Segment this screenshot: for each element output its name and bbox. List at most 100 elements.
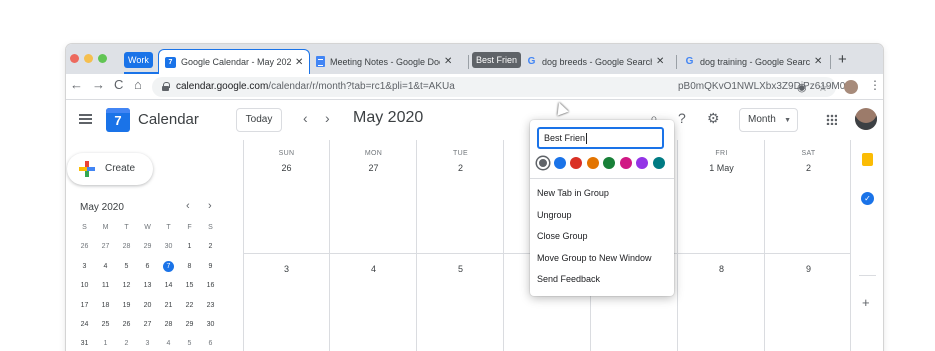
mini-day[interactable]: 31 bbox=[74, 334, 95, 351]
day-number[interactable]: 26 bbox=[243, 163, 330, 173]
mini-day[interactable]: 4 bbox=[95, 257, 116, 276]
account-avatar[interactable] bbox=[855, 108, 877, 130]
mini-day[interactable]: 18 bbox=[95, 296, 116, 315]
day-number[interactable]: 3 bbox=[243, 264, 330, 274]
group-name-input[interactable]: Best Frien bbox=[537, 127, 664, 149]
day-number[interactable]: 27 bbox=[330, 163, 417, 173]
day-number[interactable]: 8 bbox=[678, 264, 765, 274]
mini-day[interactable]: 13 bbox=[137, 276, 158, 295]
main-menu-icon[interactable] bbox=[79, 114, 92, 124]
mini-day[interactable]: 30 bbox=[158, 237, 179, 256]
mini-day[interactable]: 25 bbox=[95, 315, 116, 334]
day-number[interactable]: 9 bbox=[765, 264, 852, 274]
mini-day[interactable]: 6 bbox=[137, 257, 158, 276]
tab-close-icon[interactable]: ✕ bbox=[814, 56, 822, 67]
mini-day[interactable]: 24 bbox=[74, 315, 95, 334]
mini-day[interactable]: 26 bbox=[74, 237, 95, 256]
mini-day[interactable]: 7 bbox=[158, 257, 179, 276]
add-addon-icon[interactable]: + bbox=[862, 295, 870, 310]
group-color-swatch[interactable] bbox=[537, 157, 549, 169]
settings-gear-icon[interactable]: ⚙ bbox=[707, 110, 720, 127]
mini-day[interactable]: 27 bbox=[95, 237, 116, 256]
mini-day[interactable]: 10 bbox=[74, 276, 95, 295]
mini-day[interactable]: 12 bbox=[116, 276, 137, 295]
tab-dog-breeds[interactable]: G dog breeds - Google Search ✕ bbox=[520, 49, 670, 74]
mini-day[interactable]: 19 bbox=[116, 296, 137, 315]
mini-day[interactable]: 27 bbox=[137, 315, 158, 334]
mini-day[interactable]: 6 bbox=[200, 334, 221, 351]
mini-day[interactable]: 3 bbox=[137, 334, 158, 351]
day-number[interactable]: 2 bbox=[765, 163, 852, 173]
new-tab-button[interactable]: + bbox=[838, 51, 847, 68]
mini-day[interactable]: 5 bbox=[179, 334, 200, 351]
mini-day[interactable]: 28 bbox=[116, 237, 137, 256]
mini-day[interactable]: 8 bbox=[179, 257, 200, 276]
mini-day[interactable]: 15 bbox=[179, 276, 200, 295]
mini-day[interactable]: 16 bbox=[200, 276, 221, 295]
menu-new-tab-in-group[interactable]: New Tab in Group bbox=[537, 188, 609, 198]
zoom-window-button[interactable] bbox=[98, 54, 107, 63]
minimize-window-button[interactable] bbox=[84, 54, 93, 63]
keep-icon[interactable] bbox=[862, 153, 873, 166]
group-color-swatch[interactable] bbox=[636, 157, 648, 169]
mini-day[interactable]: 29 bbox=[179, 315, 200, 334]
address-bar[interactable]: calendar.google.com/calendar/r/month?tab… bbox=[152, 77, 857, 97]
tab-dog-training[interactable]: G dog training - Google Search ✕ bbox=[678, 49, 828, 74]
reload-icon[interactable]: C bbox=[114, 77, 123, 92]
back-icon[interactable]: ← bbox=[70, 77, 83, 92]
menu-ungroup[interactable]: Ungroup bbox=[537, 210, 572, 220]
mini-day[interactable]: 29 bbox=[137, 237, 158, 256]
mini-prev-icon[interactable]: ‹ bbox=[186, 200, 190, 212]
group-color-swatch[interactable] bbox=[652, 157, 665, 169]
tasks-icon[interactable]: ✓ bbox=[861, 192, 874, 205]
tab-group-best-frien[interactable]: Best Frien bbox=[472, 52, 522, 68]
day-number[interactable]: 2 bbox=[417, 163, 504, 173]
mini-day[interactable]: 2 bbox=[200, 237, 221, 256]
mini-day[interactable]: 26 bbox=[116, 315, 137, 334]
mini-day[interactable]: 11 bbox=[95, 276, 116, 295]
mini-day[interactable]: 1 bbox=[95, 334, 116, 351]
day-number[interactable]: 5 bbox=[417, 264, 504, 274]
day-number[interactable]: 1 May bbox=[678, 163, 765, 173]
mini-day[interactable]: 5 bbox=[116, 257, 137, 276]
today-button[interactable]: Today bbox=[236, 108, 282, 132]
group-color-swatch[interactable] bbox=[553, 157, 566, 169]
group-color-swatch[interactable] bbox=[570, 157, 582, 169]
mini-day[interactable]: 21 bbox=[158, 296, 179, 315]
group-color-swatch[interactable] bbox=[603, 157, 615, 169]
menu-send-feedback[interactable]: Send Feedback bbox=[537, 274, 600, 284]
bookmark-star-icon[interactable]: ☆ bbox=[818, 81, 828, 94]
browser-profile-avatar[interactable] bbox=[844, 80, 858, 94]
day-number[interactable]: 4 bbox=[330, 264, 417, 274]
mini-day[interactable]: 30 bbox=[200, 315, 221, 334]
mini-day[interactable]: 22 bbox=[179, 296, 200, 315]
mini-next-icon[interactable]: › bbox=[208, 200, 212, 212]
mini-day[interactable]: 20 bbox=[137, 296, 158, 315]
menu-close-group[interactable]: Close Group bbox=[537, 231, 588, 241]
create-button[interactable]: Create bbox=[67, 153, 153, 185]
help-icon[interactable]: ? bbox=[678, 110, 686, 126]
mini-day[interactable]: 9 bbox=[200, 257, 221, 276]
tab-close-icon[interactable]: ✕ bbox=[295, 57, 303, 68]
mini-day[interactable]: 4 bbox=[158, 334, 179, 351]
mini-day[interactable]: 28 bbox=[158, 315, 179, 334]
next-month-icon[interactable]: › bbox=[325, 110, 330, 126]
view-selector[interactable]: Month ▼ bbox=[739, 108, 798, 132]
previous-month-icon[interactable]: ‹ bbox=[303, 110, 308, 126]
close-window-button[interactable] bbox=[70, 54, 79, 63]
mini-day[interactable]: 23 bbox=[200, 296, 221, 315]
mini-day[interactable]: 14 bbox=[158, 276, 179, 295]
home-icon[interactable]: ⌂ bbox=[134, 77, 142, 92]
tab-group-work[interactable]: Work bbox=[124, 52, 153, 68]
tab-google-calendar[interactable]: 7 Google Calendar - May 2020 ✕ bbox=[158, 49, 311, 74]
eye-icon[interactable]: ◉ bbox=[797, 81, 807, 94]
google-apps-icon[interactable] bbox=[826, 114, 837, 125]
menu-move-group[interactable]: Move Group to New Window bbox=[537, 253, 652, 263]
group-color-swatch[interactable] bbox=[586, 157, 599, 169]
tab-close-icon[interactable]: ✕ bbox=[444, 56, 452, 67]
mini-day[interactable]: 2 bbox=[116, 334, 137, 351]
mini-day[interactable]: 17 bbox=[74, 296, 95, 315]
mini-day[interactable]: 1 bbox=[179, 237, 200, 256]
group-color-swatch[interactable] bbox=[619, 157, 632, 169]
browser-menu-icon[interactable]: ⋮ bbox=[869, 78, 881, 92]
